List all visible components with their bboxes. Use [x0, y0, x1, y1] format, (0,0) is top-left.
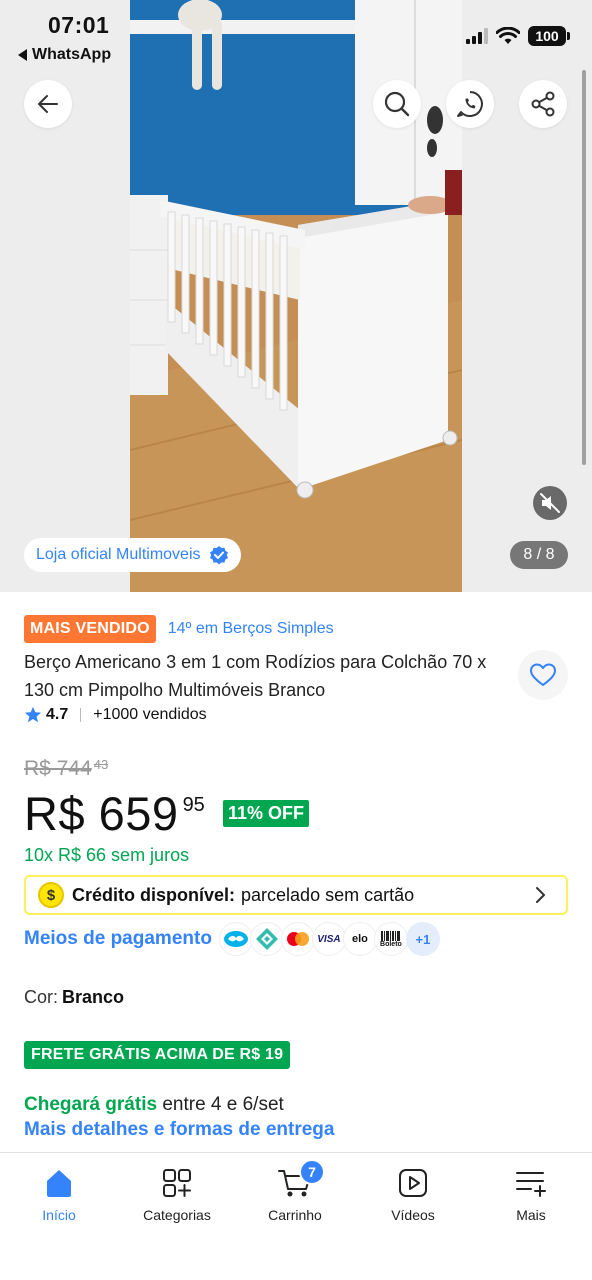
badge-row: MAIS VENDIDO 14º em Berços Simples	[24, 615, 334, 643]
arrival-estimate: Chegará grátis entre 4 e 6/set	[24, 1094, 284, 1116]
heart-icon	[530, 663, 556, 686]
mastercard-icon	[280, 922, 315, 956]
original-price: R$ 744 43	[24, 757, 108, 781]
boleto-label: Boleto	[380, 940, 402, 948]
product-title: Berço Americano 3 em 1 com Rodízios para…	[24, 652, 487, 700]
wifi-icon	[496, 27, 520, 44]
color-label: Cor:	[24, 987, 59, 1007]
shipping-details-link[interactable]: Mais detalhes e formas de entrega	[24, 1119, 334, 1141]
original-price-cents: 43	[93, 757, 109, 772]
pix-icon	[249, 922, 284, 956]
status-time: 07:01	[48, 12, 110, 38]
payment-methods-link[interactable]: Meios de pagamento	[24, 928, 212, 950]
current-price-main: R$ 659	[24, 787, 179, 840]
original-price-main: R$ 744	[24, 757, 92, 780]
store-label: Loja oficial Multimoveis	[36, 546, 201, 563]
installments-text: 10x R$ 66 sem juros	[24, 845, 190, 865]
cellular-signal-icon	[466, 28, 488, 44]
battery-icon: 100	[528, 26, 570, 46]
share-icon	[531, 91, 555, 117]
search-button[interactable]	[373, 80, 421, 128]
search-icon	[384, 91, 410, 117]
video-icon	[399, 1169, 427, 1197]
battery-level: 100	[535, 28, 559, 44]
best-seller-badge: MAIS VENDIDO	[24, 615, 156, 643]
discount-badge: 11% OFF	[223, 800, 310, 827]
home-icon	[47, 1170, 71, 1197]
current-price-cents: 95	[182, 794, 205, 816]
menu-plus-icon	[516, 1172, 546, 1197]
current-price: R$ 659 95	[24, 786, 205, 842]
nav-cart-label: Carrinho	[268, 1207, 322, 1223]
credit-banner[interactable]: $ Crédito disponível: parcelado sem cart…	[24, 875, 568, 915]
nav-more-label: Mais	[516, 1207, 546, 1223]
nav-categories[interactable]: Categorias	[118, 1153, 236, 1233]
favorite-button[interactable]	[518, 650, 568, 700]
official-store-link[interactable]: Loja oficial Multimoveis	[24, 538, 241, 572]
chevron-right-icon	[536, 887, 545, 903]
credit-title: Crédito disponível:	[72, 884, 236, 905]
more-payment-methods[interactable]: +1	[405, 922, 440, 956]
nav-videos-label: Vídeos	[391, 1207, 435, 1223]
visa-icon: VISA	[311, 922, 346, 956]
coin-icon: $	[38, 882, 64, 908]
nav-cart[interactable]: 7 Carrinho	[236, 1153, 354, 1233]
rating-value: 4.7	[46, 706, 69, 723]
whatsapp-share-button[interactable]	[446, 80, 494, 128]
nav-home[interactable]: Início	[0, 1153, 118, 1233]
bottom-navigation: Início Categorias 7 Carrinho Vídeos Mais	[0, 1152, 592, 1280]
verified-badge-icon	[209, 546, 228, 565]
category-rank-link[interactable]: 14º em Berços Simples	[168, 620, 334, 638]
back-triangle-icon	[18, 49, 27, 61]
free-shipping-badge: FRETE GRÁTIS ACIMA DE R$ 19	[24, 1041, 291, 1069]
mute-button[interactable]	[533, 486, 567, 520]
rating-divider	[80, 708, 82, 722]
boleto-icon: Boleto	[373, 922, 408, 956]
mercado-pago-icon	[218, 922, 253, 956]
back-arrow-icon	[38, 95, 58, 113]
image-counter: 8 / 8	[510, 541, 568, 569]
gallery-scrollbar[interactable]	[582, 70, 586, 465]
elo-icon: elo	[342, 922, 377, 956]
star-icon	[24, 706, 42, 723]
status-indicators: 100	[466, 26, 570, 46]
back-app-label: WhatsApp	[32, 46, 112, 63]
gallery-scroll-thumb[interactable]	[582, 70, 586, 465]
arrival-date: entre 4 e 6/set	[157, 1094, 284, 1115]
nav-categories-label: Categorias	[143, 1207, 211, 1223]
back-button[interactable]	[24, 80, 72, 128]
color-selector[interactable]: Cor: Branco	[24, 987, 124, 1008]
nav-more[interactable]: Mais	[472, 1153, 590, 1233]
nav-videos[interactable]: Vídeos	[354, 1153, 472, 1233]
categories-icon	[163, 1169, 191, 1197]
product-gallery[interactable]: 07:01 WhatsApp 100 Loja oficial Multimov…	[0, 0, 592, 592]
share-button[interactable]	[519, 80, 567, 128]
speaker-muted-icon	[540, 493, 560, 513]
whatsapp-share-icon	[457, 91, 483, 117]
sold-count: +1000 vendidos	[93, 706, 207, 723]
back-to-whatsapp[interactable]: WhatsApp	[18, 46, 111, 64]
rating-row[interactable]: 4.7 +1000 vendidos	[24, 706, 207, 724]
payment-methods-row[interactable]: Meios de pagamento VISA elo Boleto +1	[24, 922, 440, 956]
arrival-free-label: Chegará grátis	[24, 1094, 158, 1115]
credit-text: parcelado sem cartão	[241, 884, 415, 905]
color-value: Branco	[62, 987, 125, 1007]
nav-home-label: Início	[42, 1207, 76, 1223]
cart-count-badge: 7	[299, 1159, 325, 1185]
